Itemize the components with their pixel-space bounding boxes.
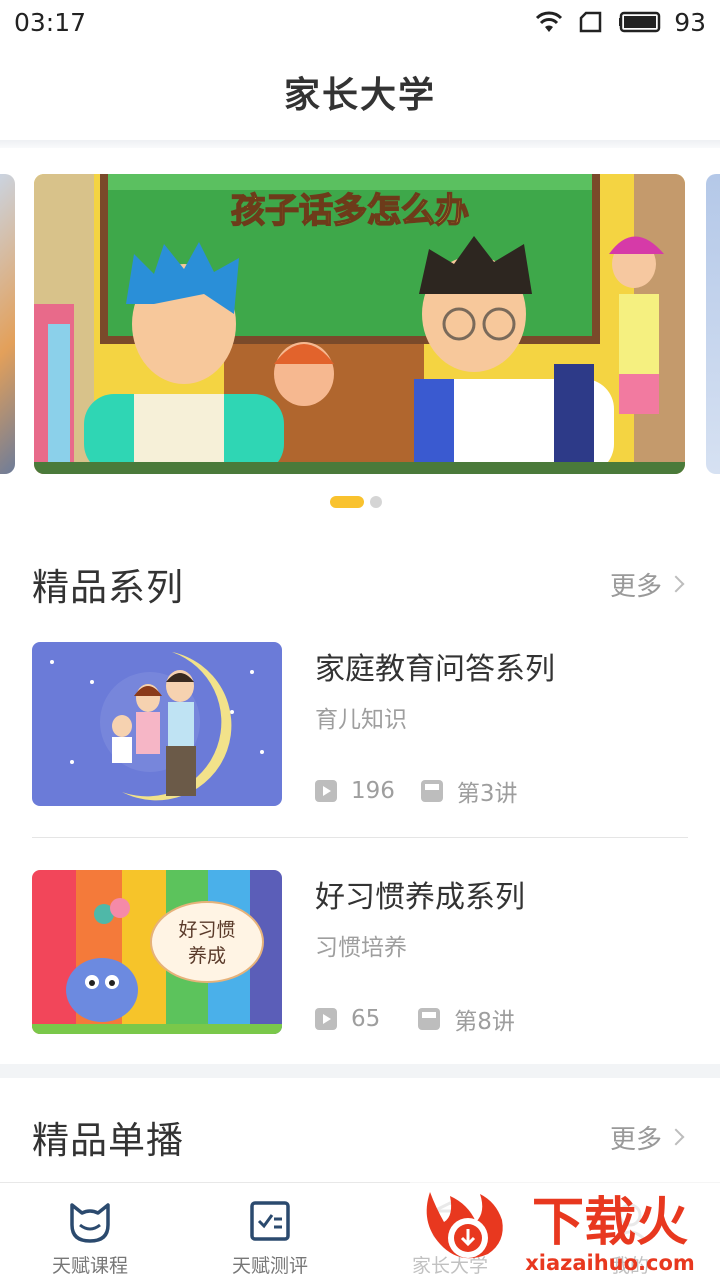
banner-next-slide[interactable]	[706, 174, 720, 474]
thumbnail-text: 好习惯	[178, 919, 235, 941]
section-header-single: 精品单播 更多	[32, 1107, 688, 1167]
app-screen: 03:17 93 家长大学 孩子话多怎么办 精品系列 更多 家庭教育问答系列 育…	[0, 0, 720, 1280]
carousel-dot-active[interactable]	[330, 496, 364, 508]
carousel-dot[interactable]	[370, 496, 382, 508]
status-icons: 93	[534, 7, 706, 37]
banner-prev-slide[interactable]	[0, 174, 15, 474]
section-separator	[0, 1064, 720, 1078]
lesson-count: 第8讲	[454, 1009, 515, 1035]
more-link[interactable]: 更多	[610, 1119, 688, 1156]
series-title: 家庭教育问答系列	[315, 652, 555, 687]
battery-icon	[619, 11, 661, 33]
section-header-series: 精品系列 更多	[32, 554, 688, 614]
assessment-book-icon	[250, 1201, 290, 1241]
title-bar: 家长大学	[0, 44, 720, 140]
series-meta: 65 第8讲	[315, 1004, 515, 1035]
play-count: 65	[351, 1006, 381, 1032]
page-title: 家长大学	[283, 75, 436, 116]
banner-carousel[interactable]: 孩子话多怎么办	[0, 160, 720, 508]
cat-face-icon	[70, 1203, 110, 1243]
banner-image: 孩子话多怎么办	[34, 174, 685, 474]
banner-headline: 孩子话多怎么办	[231, 191, 469, 231]
thumbnail-text: 养成	[188, 945, 226, 967]
carousel-indicator	[0, 496, 720, 508]
title-divider	[0, 140, 720, 148]
series-title: 好习惯养成系列	[315, 880, 525, 915]
section-title: 精品系列	[32, 566, 184, 609]
play-count: 196	[351, 778, 395, 804]
series-category: 育儿知识	[315, 707, 407, 733]
series-list-item[interactable]: 家庭教育问答系列 育儿知识 196 第3讲	[32, 642, 688, 808]
lesson-count-icon	[418, 1008, 441, 1030]
status-bar: 03:17 93	[0, 0, 720, 44]
watermark-domain: xiazaihuo.com	[525, 1251, 695, 1275]
nav-item-talent-assessment[interactable]: 天赋测评	[180, 1183, 360, 1280]
wifi-icon	[536, 11, 563, 32]
lesson-count-icon	[420, 780, 443, 802]
watermark-brand: 下载火	[532, 1193, 688, 1253]
battery-level: 93	[674, 7, 706, 37]
download-site-watermark: 下载火 xiazaihuo.com	[410, 1182, 720, 1280]
series-thumbnail	[32, 642, 282, 806]
series-category: 习惯培养	[315, 935, 407, 961]
series-list-item[interactable]: 好习惯 养成 好习惯养成系列 习惯培养 65 第8讲	[32, 870, 688, 1036]
nav-item-talent-courses[interactable]: 天赋课程	[0, 1183, 180, 1280]
more-link[interactable]: 更多	[610, 566, 688, 603]
banner-slide[interactable]: 孩子话多怎么办	[34, 174, 685, 474]
series-thumbnail: 好习惯 养成	[32, 870, 282, 1034]
chevron-right-icon	[667, 1128, 685, 1146]
nav-label: 天赋课程	[51, 1255, 128, 1277]
nav-label: 天赋测评	[231, 1255, 308, 1277]
sim-card-icon	[579, 11, 602, 33]
section-title: 精品单播	[32, 1119, 184, 1162]
play-count-icon	[315, 1008, 337, 1030]
series-meta: 196 第3讲	[315, 776, 518, 807]
chevron-right-icon	[667, 575, 685, 593]
rainbow-habit-thumbnail: 好习惯 养成	[32, 870, 282, 1034]
status-time: 03:17	[14, 8, 87, 37]
more-label: 更多	[609, 1124, 662, 1155]
play-count-icon	[315, 780, 337, 802]
lesson-count: 第3讲	[456, 781, 518, 807]
row-divider	[32, 837, 688, 838]
family-moon-thumbnail	[32, 642, 282, 806]
more-label: 更多	[609, 571, 662, 602]
